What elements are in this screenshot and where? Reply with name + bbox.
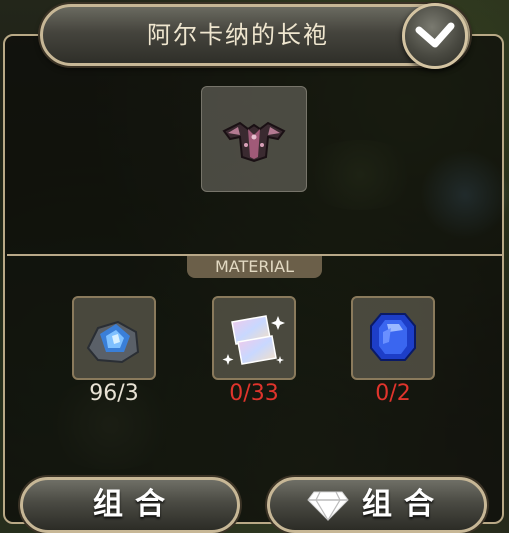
material-count-1: 96/3 [89, 381, 139, 406]
material-slot-2[interactable] [212, 296, 296, 380]
blue-crystal-ore-icon [86, 320, 140, 364]
confirm-button[interactable] [402, 3, 468, 69]
material-slot-3[interactable] [351, 296, 435, 380]
sapphire-gem-icon [370, 313, 416, 361]
item-title: 阿尔卡纳的长袍 [147, 21, 329, 49]
gem-combine-label: 组合 [362, 487, 446, 522]
material-section-label: MATERIAL [187, 256, 322, 278]
material-count-3: 0/2 [375, 381, 411, 406]
material-slot-1[interactable] [72, 296, 156, 380]
checkmark-icon [415, 22, 455, 48]
combine-label: 组合 [93, 487, 177, 522]
diamond-icon [307, 491, 349, 522]
crafted-item-slot[interactable] [201, 86, 307, 192]
arcana-robe-icon [222, 121, 286, 163]
material-count-2: 0/33 [229, 381, 279, 406]
prismatic-shard-icon [222, 315, 285, 365]
combine-button[interactable]: 组合 [20, 477, 240, 533]
gem-combine-button[interactable]: 组合 [267, 477, 487, 533]
